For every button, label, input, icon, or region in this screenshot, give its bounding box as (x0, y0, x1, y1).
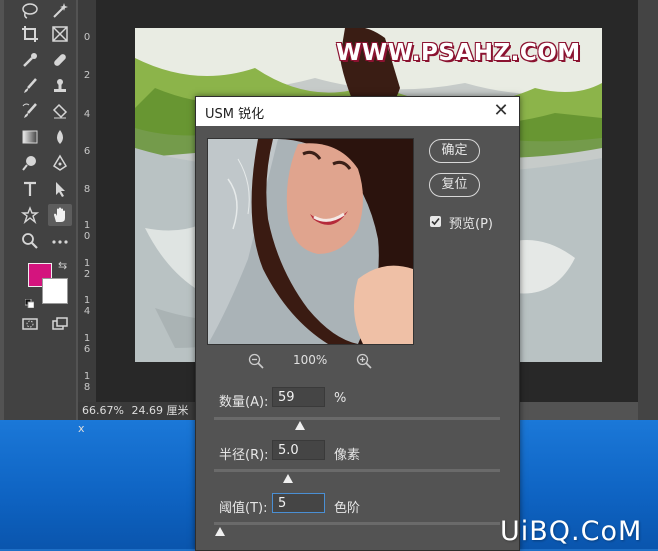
custom-shape-icon[interactable] (18, 204, 42, 226)
ruler-number: 0 (83, 32, 91, 43)
ruler-number: 1 (83, 295, 91, 306)
dialog-title: USM 锐化 (205, 107, 265, 122)
ruler-number: 1 (83, 333, 91, 344)
preview-zoom-level: 100% (293, 353, 328, 367)
ruler-number: 1 (83, 220, 91, 231)
zoom-out-icon[interactable] (248, 353, 264, 369)
amount-label: 数量(A): (219, 395, 269, 410)
gradient-icon[interactable] (18, 126, 42, 148)
type-icon[interactable] (18, 178, 42, 200)
eyedropper-icon[interactable] (18, 49, 42, 71)
healing-brush-icon[interactable] (48, 49, 72, 71)
close-icon[interactable]: ✕ (491, 101, 511, 121)
default-colors-icon[interactable] (24, 293, 35, 309)
right-panel-edge (638, 0, 658, 420)
site-brand-watermark: UiBQ.CoM (500, 516, 643, 547)
lasso-icon[interactable] (18, 0, 42, 22)
crop-icon[interactable] (18, 23, 42, 45)
zoom-icon[interactable] (18, 230, 42, 252)
reset-button[interactable]: 复位 (429, 173, 480, 197)
ruler-number: 2 (83, 269, 91, 280)
blur-icon[interactable] (48, 126, 72, 148)
radius-unit: 像素 (334, 448, 361, 463)
ruler-number: 6 (83, 344, 91, 355)
amount-unit: % (334, 391, 347, 406)
quick-mask-icon[interactable] (18, 313, 42, 335)
zoom-in-icon[interactable] (356, 353, 372, 369)
unsharp-mask-dialog: USM 锐化 ✕ 确定 复位 预览(P) 100% 数量(A): 59 % 半径… (195, 96, 520, 551)
magic-wand-icon[interactable] (48, 0, 72, 22)
status-bar: 66.67% 24.69 厘米 x (78, 402, 198, 435)
background-color-swatch[interactable] (42, 278, 68, 304)
preview-checkbox[interactable] (430, 216, 441, 227)
ruler-number: 8 (83, 184, 91, 195)
radius-slider-track[interactable] (214, 469, 500, 472)
threshold-unit: 色阶 (334, 501, 361, 516)
brush-icon[interactable] (18, 75, 42, 97)
radius-input[interactable]: 5.0 (272, 440, 325, 460)
filter-preview[interactable] (207, 138, 414, 345)
ruler-number: 0 (83, 231, 91, 242)
amount-slider-track[interactable] (214, 417, 500, 420)
threshold-label: 阈值(T): (219, 501, 268, 516)
path-selection-icon[interactable] (48, 178, 72, 200)
screen-mode-icon[interactable] (48, 313, 72, 335)
eraser-icon[interactable] (48, 100, 72, 122)
pen-icon[interactable] (48, 152, 72, 174)
ruler-number: 2 (83, 70, 91, 81)
ruler-number: 4 (83, 306, 91, 317)
ok-button[interactable]: 确定 (429, 139, 480, 163)
radius-label: 半径(R): (219, 448, 269, 463)
ruler-number: 6 (83, 146, 91, 157)
amount-slider-thumb[interactable] (294, 421, 305, 430)
ruler-number: 8 (83, 382, 91, 393)
preview-label[interactable]: 预览(P) (449, 213, 493, 232)
hand-icon[interactable] (48, 204, 72, 226)
ruler-number: 4 (83, 109, 91, 120)
frame-icon[interactable] (48, 23, 72, 45)
history-brush-icon[interactable] (18, 100, 42, 122)
more-tools-icon[interactable] (48, 230, 72, 252)
ruler-number: 1 (83, 258, 91, 269)
dodge-icon[interactable] (18, 152, 42, 174)
threshold-slider-track[interactable] (214, 522, 500, 525)
swap-colors-icon[interactable]: ⇆ (58, 259, 67, 272)
tools-panel: ⇆ (4, 0, 76, 420)
threshold-input[interactable]: 5 (272, 493, 325, 513)
vertical-ruler: 0 2 4 6 8 1 0 1 2 1 4 1 6 1 8 (78, 0, 96, 402)
zoom-level[interactable]: 66.67% (82, 404, 124, 417)
watermark-text: WWW.PSAHZ.COM (336, 40, 581, 66)
dialog-titlebar: USM 锐化 ✕ (196, 97, 519, 126)
stamp-icon[interactable] (48, 75, 72, 97)
amount-input[interactable]: 59 (272, 387, 325, 407)
threshold-slider-thumb[interactable] (214, 527, 225, 536)
radius-slider-thumb[interactable] (283, 474, 294, 483)
ruler-number: 1 (83, 371, 91, 382)
